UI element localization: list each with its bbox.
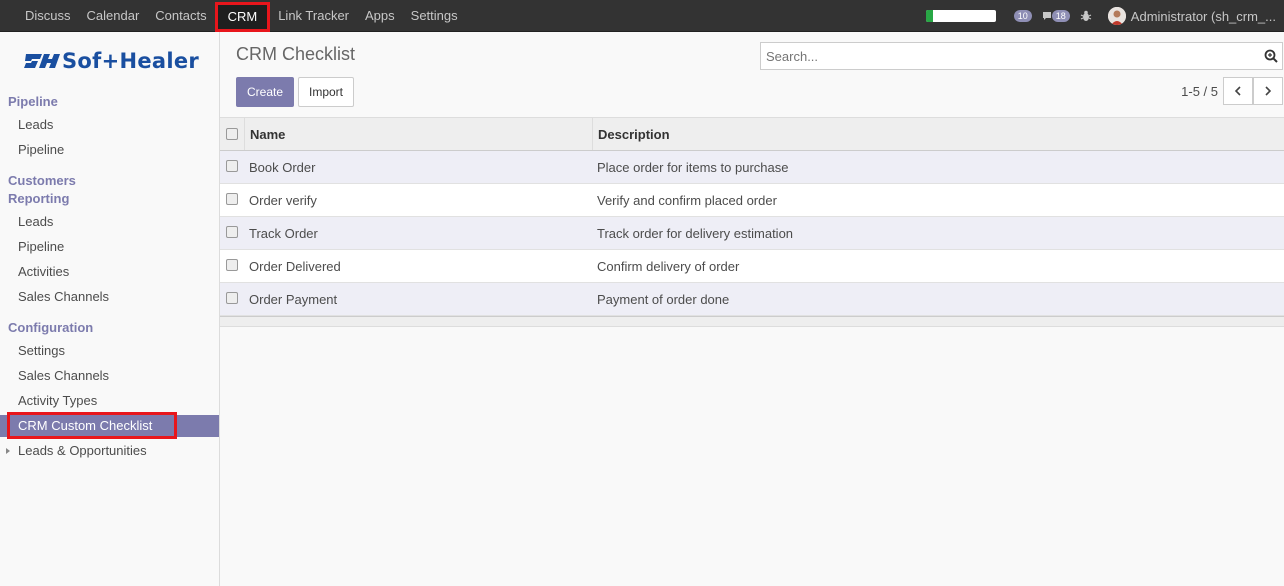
column-header-description[interactable]: Description (593, 118, 1284, 150)
row-check-cell (220, 151, 245, 183)
table-row[interactable]: Order Payment Payment of order done (220, 283, 1284, 316)
pager-next-button[interactable] (1253, 77, 1283, 105)
menu-apps[interactable]: Apps (357, 0, 403, 32)
section-customers[interactable]: Customers (8, 173, 76, 188)
caret-right-icon (6, 448, 10, 454)
row-checkbox[interactable] (226, 160, 238, 172)
logo-text: Sof+Healer (62, 49, 200, 73)
softhealer-logo-icon (24, 54, 60, 68)
column-header-name[interactable]: Name (245, 118, 593, 150)
activity-count-badge: 10 (1013, 10, 1032, 22)
import-button[interactable]: Import (298, 77, 355, 107)
checklist-table: Name Description Book Order Place order … (220, 117, 1284, 327)
onboarding-progress-bar[interactable] (925, 10, 996, 22)
pager-previous-button[interactable] (1223, 77, 1253, 105)
row-check-cell (220, 217, 245, 249)
search-input[interactable] (761, 43, 1241, 69)
table-row[interactable]: Book Order Place order for items to purc… (220, 151, 1284, 184)
softhealer-logo: Sof+Healer (24, 49, 199, 73)
user-menu[interactable]: Administrator (sh_crm_... (1107, 7, 1284, 25)
top-navbar: Discuss Calendar Contacts CRM Link Track… (0, 0, 1284, 32)
sidebar-item-leads[interactable]: Leads (0, 114, 219, 136)
sidebar-item-reporting-pipeline[interactable]: Pipeline (0, 236, 219, 258)
sidebar-item-activity-types[interactable]: Activity Types (0, 390, 219, 412)
user-name: Administrator (sh_crm_... (1130, 8, 1276, 24)
sidebar-item-leads-opportunities[interactable]: Leads & Opportunities (0, 440, 219, 462)
progress-fill (925, 10, 933, 22)
row-name[interactable]: Book Order (245, 151, 593, 183)
section-pipeline: Pipeline (8, 94, 58, 109)
row-description[interactable]: Verify and confirm placed order (593, 184, 1284, 216)
row-checkbox[interactable] (226, 193, 238, 205)
table-row[interactable]: Order Delivered Confirm delivery of orde… (220, 250, 1284, 283)
row-name[interactable]: Order Delivered (245, 250, 593, 282)
row-name[interactable]: Order verify (245, 184, 593, 216)
section-reporting: Reporting (8, 191, 70, 206)
sidebar-item-label: Leads & Opportunities (18, 443, 147, 458)
row-check-cell (220, 283, 245, 315)
chevron-left-icon (1234, 86, 1241, 96)
row-name[interactable]: Order Payment (245, 283, 593, 315)
table-header: Name Description (220, 117, 1284, 151)
table-footer (220, 316, 1284, 327)
row-description[interactable]: Place order for items to purchase (593, 151, 1284, 183)
sidebar: Sof+Healer Pipeline Leads Pipeline Custo… (0, 32, 220, 586)
systray: 10 18 Administrator (sh_crm_... (925, 0, 1284, 32)
menu-link-tracker[interactable]: Link Tracker (270, 0, 357, 32)
pager-value[interactable]: 1-5 / 5 (1181, 84, 1218, 99)
top-menu: Discuss Calendar Contacts CRM Link Track… (17, 0, 466, 32)
row-description[interactable]: Payment of order done (593, 283, 1284, 315)
row-check-cell (220, 184, 245, 216)
sidebar-item-activities[interactable]: Activities (0, 261, 219, 283)
bug-icon[interactable] (1080, 10, 1092, 22)
sidebar-item-reporting-sales-channels[interactable]: Sales Channels (0, 286, 219, 308)
search-icon[interactable] (1264, 49, 1278, 66)
table-row[interactable]: Order verify Verify and confirm placed o… (220, 184, 1284, 217)
table-row[interactable]: Track Order Track order for delivery est… (220, 217, 1284, 250)
section-configuration: Configuration (8, 320, 94, 335)
menu-calendar[interactable]: Calendar (79, 0, 148, 32)
row-description[interactable]: Confirm delivery of order (593, 250, 1284, 282)
message-count-badge: 18 (1051, 10, 1070, 22)
search-box[interactable] (760, 42, 1283, 70)
row-check-cell (220, 250, 245, 282)
row-checkbox[interactable] (226, 226, 238, 238)
avatar (1107, 7, 1126, 25)
select-all-cell (220, 118, 245, 150)
sidebar-item-settings[interactable]: Settings (0, 340, 219, 362)
row-name[interactable]: Track Order (245, 217, 593, 249)
activity-notification[interactable]: 10 (1013, 10, 1032, 22)
menu-crm[interactable]: CRM (214, 1, 271, 32)
create-button[interactable]: Create (236, 77, 295, 107)
row-checkbox[interactable] (226, 292, 238, 304)
chat-icon (1042, 11, 1052, 21)
row-checkbox[interactable] (226, 259, 238, 271)
menu-settings[interactable]: Settings (403, 0, 466, 32)
sidebar-item-sales-channels[interactable]: Sales Channels (0, 365, 219, 387)
messaging-menu[interactable]: 18 (1042, 10, 1070, 22)
chevron-right-icon (1265, 86, 1272, 96)
sidebar-item-crm-custom-checklist[interactable]: CRM Custom Checklist (0, 412, 219, 439)
menu-contacts[interactable]: Contacts (147, 0, 214, 32)
sidebar-item-reporting-leads[interactable]: Leads (0, 211, 219, 233)
page-title: CRM Checklist (236, 44, 356, 64)
highlight-box (7, 412, 177, 439)
menu-discuss[interactable]: Discuss (17, 0, 79, 32)
select-all-checkbox[interactable] (226, 128, 238, 140)
row-description[interactable]: Track order for delivery estimation (593, 217, 1284, 249)
main-content: CRM Checklist Create Import 1-5 / 5 Name… (220, 32, 1284, 586)
sidebar-item-pipeline[interactable]: Pipeline (0, 139, 219, 161)
